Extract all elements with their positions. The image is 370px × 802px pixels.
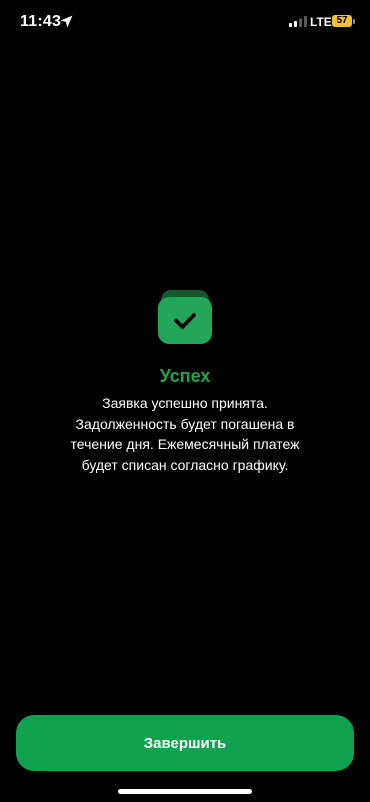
cellular-signal-icon <box>289 16 307 27</box>
checkmark-icon <box>158 290 212 344</box>
home-indicator[interactable] <box>118 789 252 794</box>
battery-tip <box>353 19 355 24</box>
battery-icon: 57 <box>332 15 352 27</box>
success-message: Заявка успешно принята. Задолженность бу… <box>70 395 300 473</box>
network-type-label: LTE <box>310 15 332 29</box>
success-title: Успех <box>159 366 211 386</box>
battery-level: 57 <box>336 15 348 26</box>
status-bar: 11:43 LTE 57 <box>0 0 370 44</box>
location-arrow-icon <box>60 15 73 28</box>
finish-button[interactable]: Завершить <box>16 715 354 771</box>
status-time: 11:43 <box>20 13 62 30</box>
